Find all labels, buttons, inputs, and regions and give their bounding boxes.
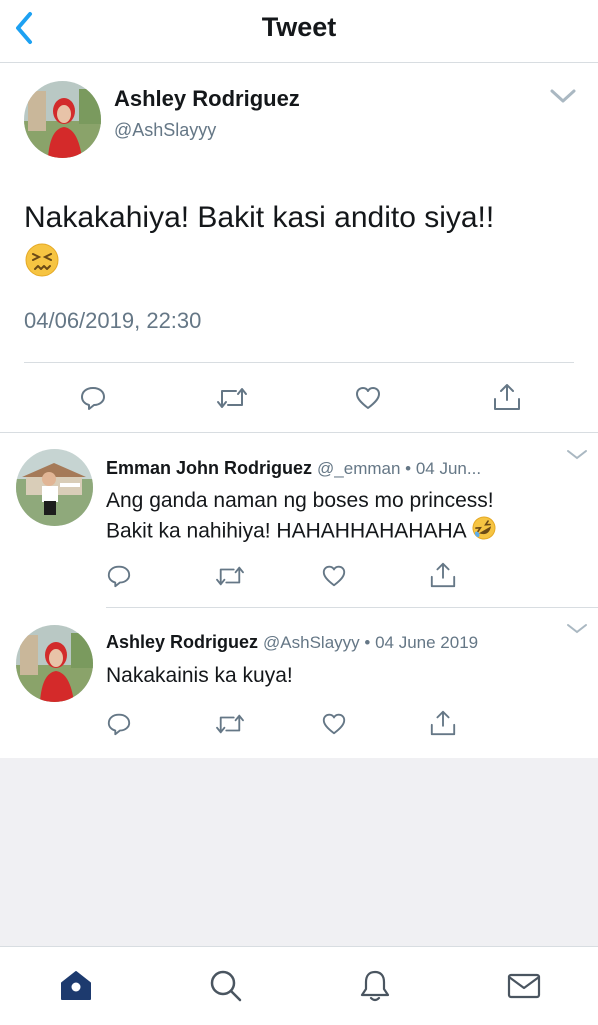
reply-text-content: Bakit ka nahihiya! HAHAHHAHAHAHA (106, 519, 466, 543)
avatar[interactable] (24, 81, 101, 158)
page-title: Tweet (261, 12, 337, 42)
reply-meta: @_emman • 04 Jun... (317, 459, 482, 478)
retweet-icon[interactable] (215, 711, 245, 742)
divider (24, 362, 574, 363)
share-icon[interactable] (429, 561, 457, 594)
home-icon[interactable] (58, 967, 94, 1003)
like-icon[interactable] (354, 384, 382, 417)
empty-area (0, 758, 598, 946)
messages-icon[interactable] (506, 967, 542, 1003)
share-icon[interactable] (492, 382, 522, 417)
reply-meta: @AshSlayyy • 04 June 2019 (263, 633, 479, 652)
reply-header: Ashley Rodriguez @AshSlayyy • 04 June 20… (106, 632, 576, 653)
divider (106, 607, 598, 608)
tab-bar (0, 946, 598, 1025)
reply-text: Nakakainis ka kuya! (106, 661, 576, 690)
like-icon[interactable] (321, 563, 347, 594)
author-name[interactable]: Ashley Rodriguez (114, 86, 300, 112)
chevron-down-icon[interactable] (566, 448, 588, 466)
tweet-text-content: Nakakahiya! Bakit kasi andito siya!! (24, 201, 495, 234)
like-icon[interactable] (321, 711, 347, 742)
chevron-down-icon[interactable] (549, 88, 577, 109)
avatar[interactable] (16, 625, 93, 702)
author-handle[interactable]: @AshSlayyy (114, 120, 216, 141)
tweet-text: Nakakahiya! Bakit kasi andito siya!! (24, 198, 584, 289)
reply-icon[interactable] (106, 563, 132, 594)
divider (0, 432, 598, 433)
reply-header: Emman John Rodriguez @_emman • 04 Jun... (106, 458, 576, 479)
reply-text-line: Ang ganda naman ng boses mo princess! (106, 489, 494, 512)
chevron-down-icon[interactable] (566, 622, 588, 640)
reply-text-line: Nakakainis ka kuya! (106, 664, 293, 687)
reply-text: Ang ganda naman ng boses mo princess! Ba… (106, 486, 576, 549)
confounded-face-icon (24, 242, 60, 289)
retweet-icon[interactable] (216, 384, 248, 417)
reply-author-name[interactable]: Ashley Rodriguez (106, 632, 258, 652)
notifications-icon[interactable] (357, 967, 393, 1003)
avatar[interactable] (16, 449, 93, 526)
rolling-on-floor-laughing-icon (471, 515, 497, 549)
tweet-timestamp: 04/06/2019, 22:30 (24, 308, 202, 333)
retweet-icon[interactable] (215, 563, 245, 594)
navigation-bar: Tweet (0, 0, 598, 63)
reply-author-name[interactable]: Emman John Rodriguez (106, 458, 312, 478)
reply-text-line: Bakit ka nahihiya! HAHAHHAHAHAHA (106, 515, 576, 549)
reply-icon[interactable] (79, 384, 107, 417)
share-icon[interactable] (429, 709, 457, 742)
search-icon[interactable] (207, 967, 243, 1003)
reply-icon[interactable] (106, 711, 132, 742)
